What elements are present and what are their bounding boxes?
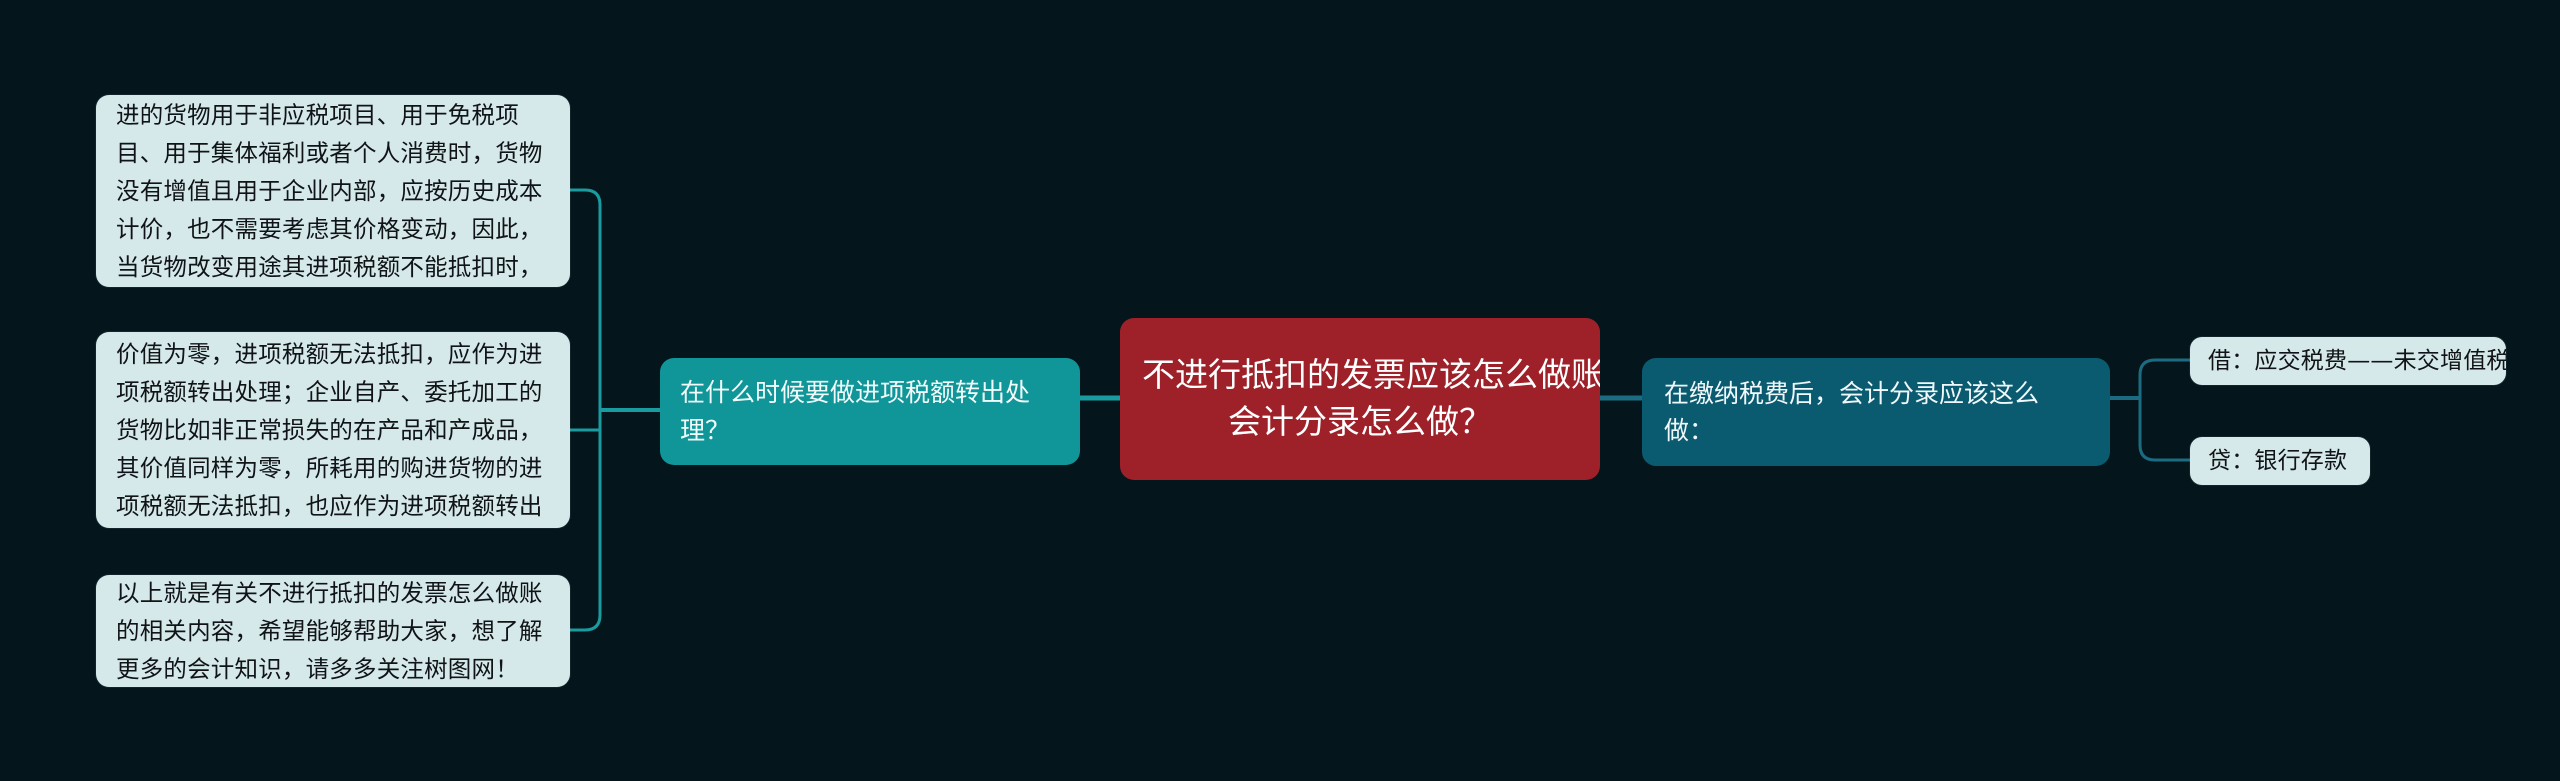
left-leaf-node-1[interactable]: 购入的货物用于企业内部，比如企业将购进的货物用于非应税项目、用于免税项目、用于集… [96,95,570,287]
link-leaf1 [570,188,602,410]
branch-node-left[interactable]: 在什么时候要做进项税额转出处理？ [660,358,1080,465]
branch-node-right[interactable]: 在缴纳税费后，会计分录应该这么做： [1642,358,2110,466]
left-leaf-1-text: 购入的货物用于企业内部，比如企业将购进的货物用于非应税项目、用于免税项目、用于集… [116,100,543,282]
branch-left-text: 在什么时候要做进项税额转出处理？ [680,378,1031,445]
right-leaf-1-text: 借：应交税费——未交增值税 [2208,347,2506,374]
left-leaf-2-text: 如果企业购进的货物发生非正常损失，其价值为零，进项税额无法抵扣，应作为进项税额转… [116,339,543,521]
root-node[interactable]: 不进行抵扣的发票应该怎么做账？会计分录怎么做？ [1120,318,1600,480]
mindmap-canvas: 购入的货物用于企业内部，比如企业将购进的货物用于非应税项目、用于免税项目、用于集… [0,0,2560,781]
root-node-text: 不进行抵扣的发票应该怎么做账？会计分录怎么做？ [1142,355,1600,441]
right-leaf-2-text: 贷：银行存款 [2208,447,2348,474]
left-leaf-3-text: 以上就是有关不进行抵扣的发票怎么做账的相关内容，希望能够帮助大家，想了解更多的会… [116,578,543,684]
right-leaf-node-1[interactable]: 借：应交税费——未交增值税 [2190,337,2506,385]
link-leaf3 [570,410,602,632]
branch-right-text: 在缴纳税费后，会计分录应该这么做： [1664,378,2040,446]
left-leaf-node-2[interactable]: 如果企业购进的货物发生非正常损失，其价值为零，进项税额无法抵扣，应作为进项税额转… [96,332,570,528]
link-rleaf2 [2138,398,2190,462]
right-leaf-node-2[interactable]: 贷：银行存款 [2190,437,2370,485]
link-rleaf1 [2138,358,2190,398]
left-leaf-node-3[interactable]: 以上就是有关不进行抵扣的发票怎么做账的相关内容，希望能够帮助大家，想了解更多的会… [96,575,570,687]
